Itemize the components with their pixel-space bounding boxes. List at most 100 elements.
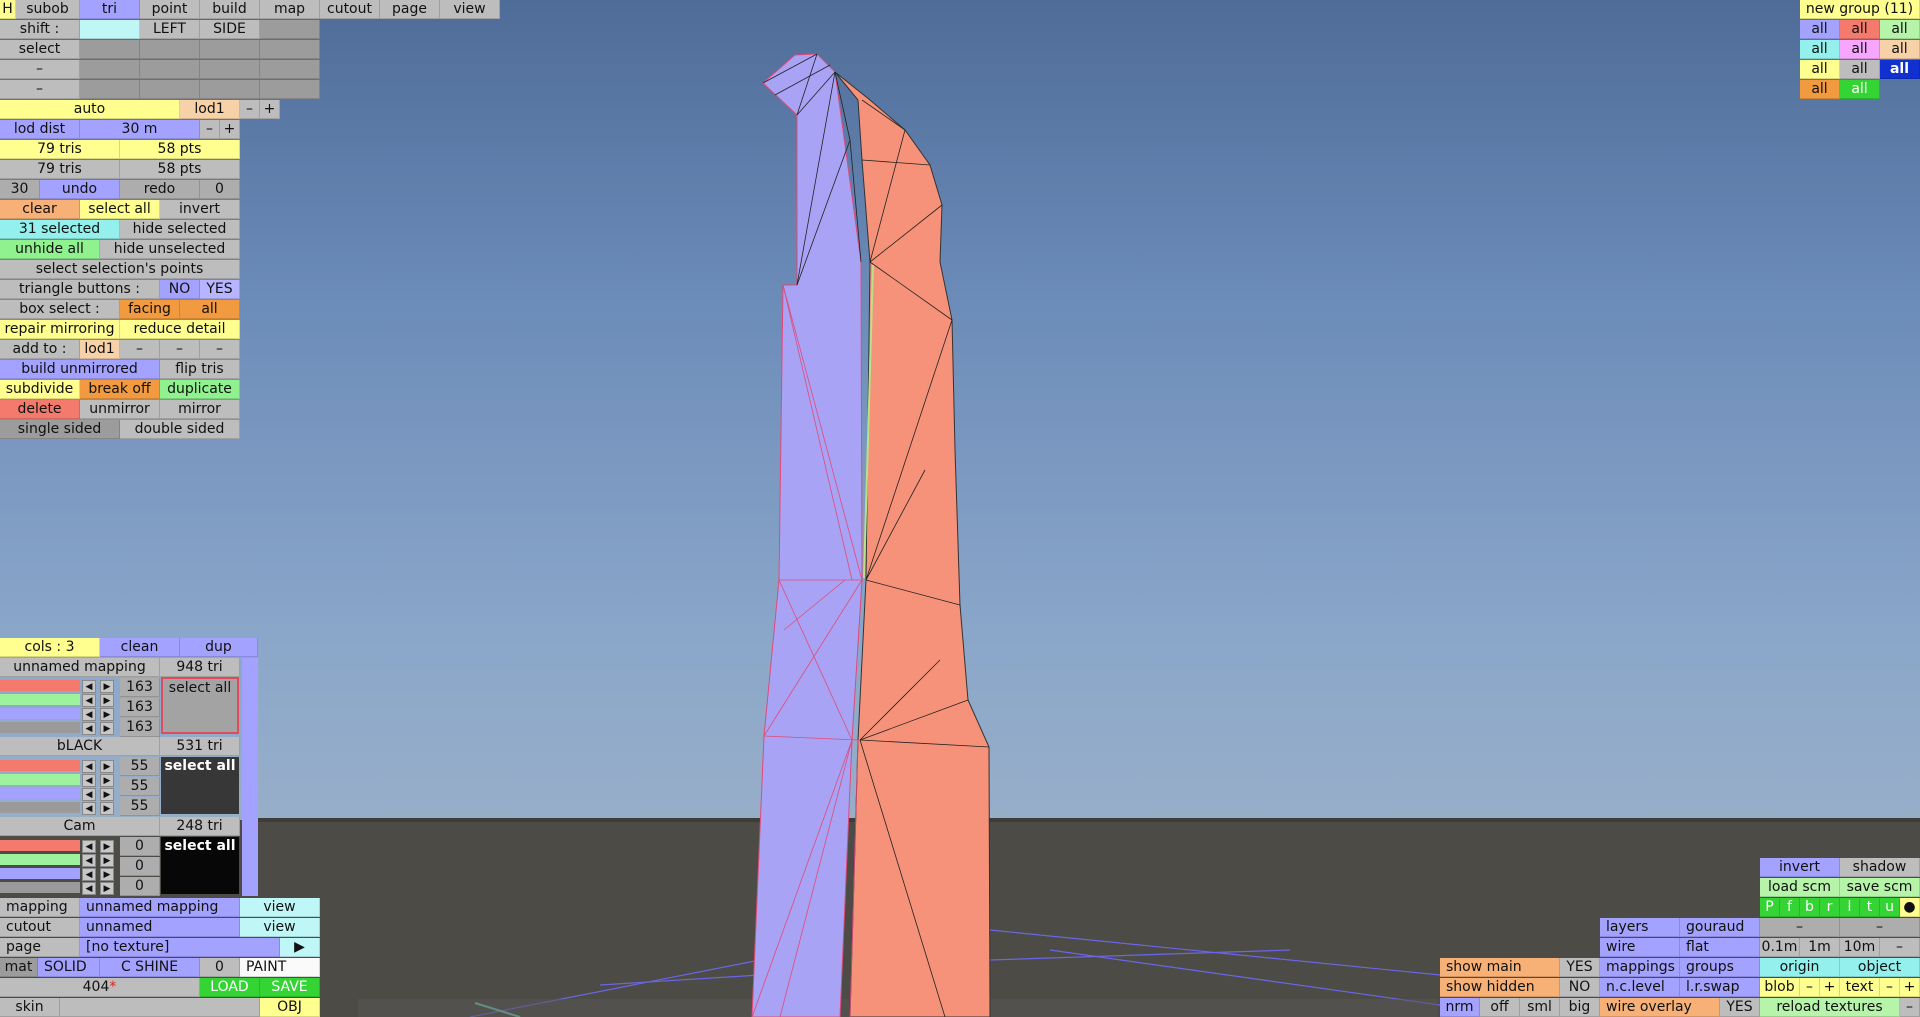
view-b-button[interactable]: b [1800,898,1820,917]
build-unmirrored-button[interactable]: build unmirrored [0,360,160,379]
material-g-value[interactable]: 163 [120,698,160,717]
origin-button[interactable]: origin [1760,958,1840,977]
load-button[interactable]: LOAD [200,978,260,997]
viewport-model[interactable] [0,0,1920,1017]
mat-paint-button[interactable]: PAINT [240,958,320,977]
dup-button[interactable]: dup [180,638,258,657]
left-arrow-icon[interactable]: ◀ [82,680,96,693]
dash-row-2-slot[interactable] [80,80,140,99]
select-slot-4[interactable] [260,40,320,59]
select-slot-2[interactable] [140,40,200,59]
shift-empty-slot[interactable] [260,20,320,39]
dash-row-1-slot[interactable] [140,60,200,79]
flip-tris-button[interactable]: flip tris [160,360,240,379]
shadow-button[interactable]: shadow [1840,858,1920,877]
blue-slider[interactable] [0,708,80,719]
right-arrow-icon[interactable]: ▶ [100,854,114,867]
lod-minus-button[interactable]: – [240,100,260,119]
skin-value[interactable] [60,998,260,1017]
right-arrow-icon[interactable]: ▶ [100,788,114,801]
material-b-value[interactable]: 55 [120,797,160,816]
wire-overlay-yes[interactable]: YES [1720,998,1760,1017]
left-arrow-icon[interactable]: ◀ [82,722,96,735]
group-all-7[interactable]: all [1800,60,1840,79]
unhide-all-button[interactable]: unhide all [0,240,100,259]
grid-slot-1[interactable]: – [1760,918,1840,937]
invert-view-button[interactable]: invert [1760,858,1840,877]
left-arrow-icon[interactable]: ◀ [82,840,96,853]
group-all-5[interactable]: all [1840,40,1880,59]
invert-button[interactable]: invert [160,200,240,219]
view-p-button[interactable]: P [1760,898,1780,917]
hide-unselected-button[interactable]: hide unselected [100,240,240,259]
tab-subob[interactable]: subob [16,0,80,19]
group-all-11[interactable]: all [1840,80,1880,99]
material-swatch-select-all[interactable]: select all [161,757,239,814]
material-swatch-select-all[interactable]: select all [161,837,239,894]
left-arrow-icon[interactable]: ◀ [82,868,96,881]
group-all-3[interactable]: all [1880,20,1920,39]
duplicate-button[interactable]: duplicate [160,380,240,399]
left-arrow-icon[interactable]: ◀ [82,694,96,707]
right-arrow-icon[interactable]: ▶ [100,882,114,895]
red-slider[interactable] [0,760,80,771]
group-all-4[interactable]: all [1800,40,1840,59]
lod-dist-value[interactable]: 30 m [80,120,200,139]
material-g-value[interactable]: 55 [120,777,160,796]
save-scm-button[interactable]: save scm [1840,878,1920,897]
lod-select[interactable]: lod1 [180,100,240,119]
grid-minus-button[interactable]: – [1880,938,1920,957]
right-arrow-icon[interactable]: ▶ [100,722,114,735]
view-t-button[interactable]: t [1860,898,1880,917]
clean-button[interactable]: clean [100,638,180,657]
box-select-facing[interactable]: facing [120,300,180,319]
grid-10m-button[interactable]: 10m [1840,938,1880,957]
reload-minus[interactable]: – [1900,998,1920,1017]
dash-row-2-slot[interactable] [260,80,320,99]
right-arrow-icon[interactable]: ▶ [100,802,114,815]
red-slider[interactable] [0,680,80,691]
object-button[interactable]: object [1840,958,1920,977]
mapping-value[interactable]: unnamed mapping [80,898,240,917]
material-swatch-select-all[interactable]: select all [161,677,239,734]
blob-plus[interactable]: + [1820,978,1840,997]
blob-button[interactable]: blob [1760,978,1800,997]
left-arrow-icon[interactable]: ◀ [82,882,96,895]
mat-num[interactable]: 0 [200,958,240,977]
clear-button[interactable]: clear [0,200,80,219]
layers-button[interactable]: layers [1600,918,1680,937]
unmirror-button[interactable]: unmirror [80,400,160,419]
dash-row-1-slot[interactable] [200,60,260,79]
auto-button[interactable]: auto [0,100,180,119]
mirror-button[interactable]: mirror [160,400,240,419]
left-arrow-icon[interactable]: ◀ [82,802,96,815]
triangle-buttons-no[interactable]: NO [160,280,200,299]
green-slider[interactable] [0,854,80,865]
grid-1m-button[interactable]: 1m [1800,938,1840,957]
right-arrow-icon[interactable]: ▶ [100,760,114,773]
hide-selected-button[interactable]: hide selected [120,220,240,239]
cols-label[interactable]: cols : 3 [0,638,100,657]
reload-textures-button[interactable]: reload textures [1760,998,1900,1017]
shift-color-swatch[interactable] [80,20,140,39]
page-value[interactable]: [no texture] [80,938,280,957]
dash-row-1-label[interactable]: – [0,60,80,79]
tab-build[interactable]: build [200,0,260,19]
lr-swap-button[interactable]: l.r.swap [1680,978,1760,997]
dash-row-2-slot[interactable] [200,80,260,99]
nc-level-button[interactable]: n.c.level [1600,978,1680,997]
right-arrow-icon[interactable]: ▶ [100,694,114,707]
obj-button[interactable]: OBJ [260,998,320,1017]
material-name[interactable]: Cam [0,817,160,836]
dash-row-1-slot[interactable] [80,60,140,79]
group-all-8[interactable]: all [1840,60,1880,79]
save-button[interactable]: SAVE [260,978,320,997]
flat-button[interactable]: flat [1680,938,1760,957]
view-f-button[interactable]: f [1780,898,1800,917]
show-main-yes[interactable]: YES [1560,958,1600,977]
tab-tri[interactable]: tri [80,0,140,19]
triangle-buttons-yes[interactable]: YES [200,280,240,299]
add-to-slot-2[interactable]: – [160,340,200,359]
red-slider[interactable] [0,840,80,851]
left-arrow-icon[interactable]: ◀ [82,708,96,721]
